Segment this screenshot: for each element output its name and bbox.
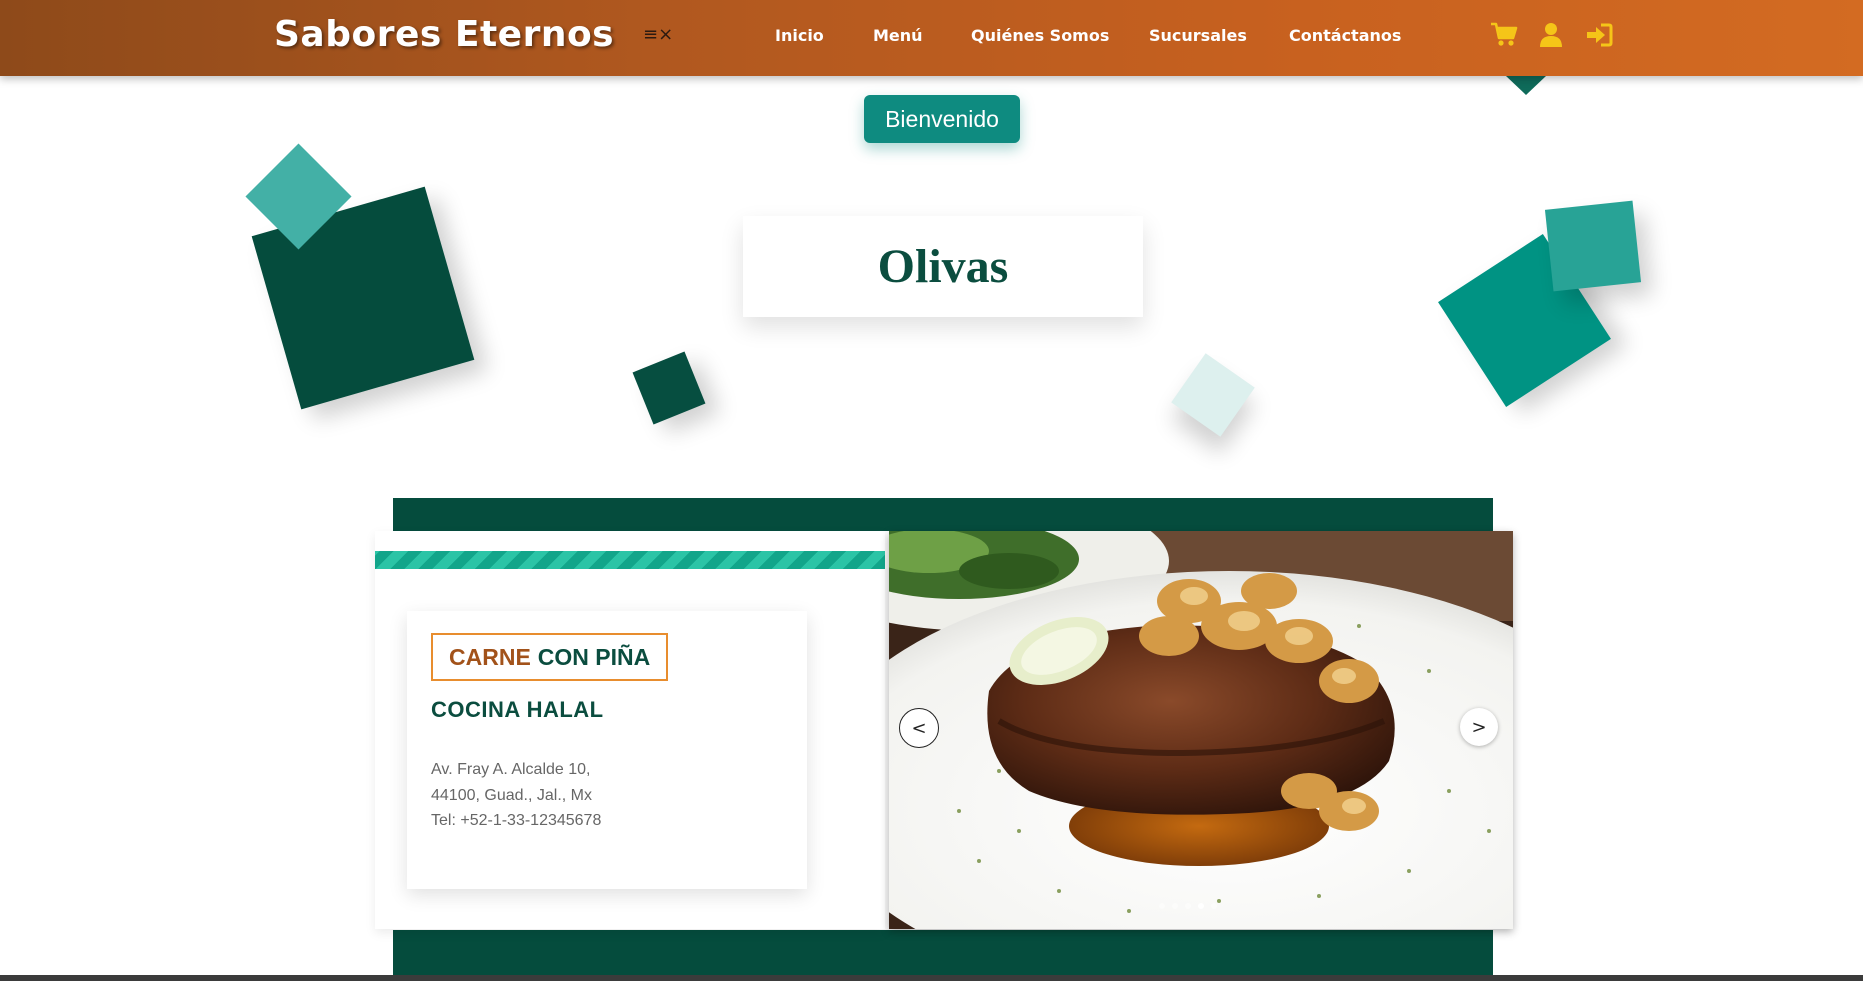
- carousel-dot[interactable]: [1185, 903, 1191, 909]
- window-bottom-edge: [0, 975, 1863, 981]
- carousel-next-button[interactable]: >: [1460, 708, 1498, 746]
- decor-square: [632, 351, 706, 425]
- title-card: Olivas: [743, 216, 1143, 317]
- login-icon[interactable]: [1585, 22, 1613, 48]
- welcome-button[interactable]: Bienvenido: [864, 95, 1020, 143]
- dish-name-box: CARNE CON PIÑA: [431, 633, 669, 681]
- dish-name-part-2: CON PIÑA: [537, 643, 651, 670]
- nav-active-indicator: [1506, 76, 1546, 95]
- restaurant-info-card: CARNE CON PIÑA COCINA HALAL Av. Fray A. …: [407, 611, 807, 889]
- cuisine-type: COCINA HALAL: [431, 697, 604, 722]
- nav-link-sucursales[interactable]: Sucursales: [1149, 26, 1247, 45]
- user-icon[interactable]: [1539, 22, 1563, 48]
- nav-link-menu[interactable]: Menú: [873, 26, 923, 45]
- carousel-indicators: [1159, 903, 1217, 909]
- restaurant-info-panel: CARNE CON PIÑA COCINA HALAL Av. Fray A. …: [375, 531, 885, 929]
- nav-link-inicio[interactable]: Inicio: [775, 26, 824, 45]
- decor-square: [1171, 353, 1255, 437]
- nav-link-contactanos[interactable]: Contáctanos: [1289, 26, 1401, 45]
- striped-divider: [375, 551, 885, 569]
- address-line-1: Av. Fray A. Alcalde 10,: [431, 761, 591, 778]
- brand-logo[interactable]: Sabores Eternos: [274, 14, 614, 55]
- section-band-bottom: [393, 930, 1493, 981]
- carousel-dot[interactable]: [1159, 903, 1165, 909]
- menu-toggle-button[interactable]: ≡×: [643, 24, 673, 45]
- decor-square: [1544, 200, 1642, 292]
- dish-photo-carousel: < >: [889, 531, 1513, 929]
- navbar: Sabores Eternos ≡× Inicio Menú Quiénes S…: [0, 0, 1863, 76]
- carousel-dot[interactable]: [1211, 903, 1217, 909]
- cart-icon[interactable]: [1490, 22, 1518, 48]
- phone-number: Tel: +52-1-33-12345678: [431, 812, 602, 829]
- dish-photo: [889, 531, 1513, 929]
- section-band-top: [393, 498, 1493, 531]
- address-line-2: 44100, Guad., Jal., Mx: [431, 787, 592, 804]
- dish-name-part-1: CARNE: [449, 643, 531, 670]
- restaurant-title: Olivas: [877, 240, 1009, 293]
- carousel-dot[interactable]: [1198, 903, 1204, 909]
- carousel-prev-button[interactable]: <: [899, 708, 939, 748]
- nav-link-quienes-somos[interactable]: Quiénes Somos: [971, 26, 1109, 45]
- carousel-dot[interactable]: [1172, 903, 1178, 909]
